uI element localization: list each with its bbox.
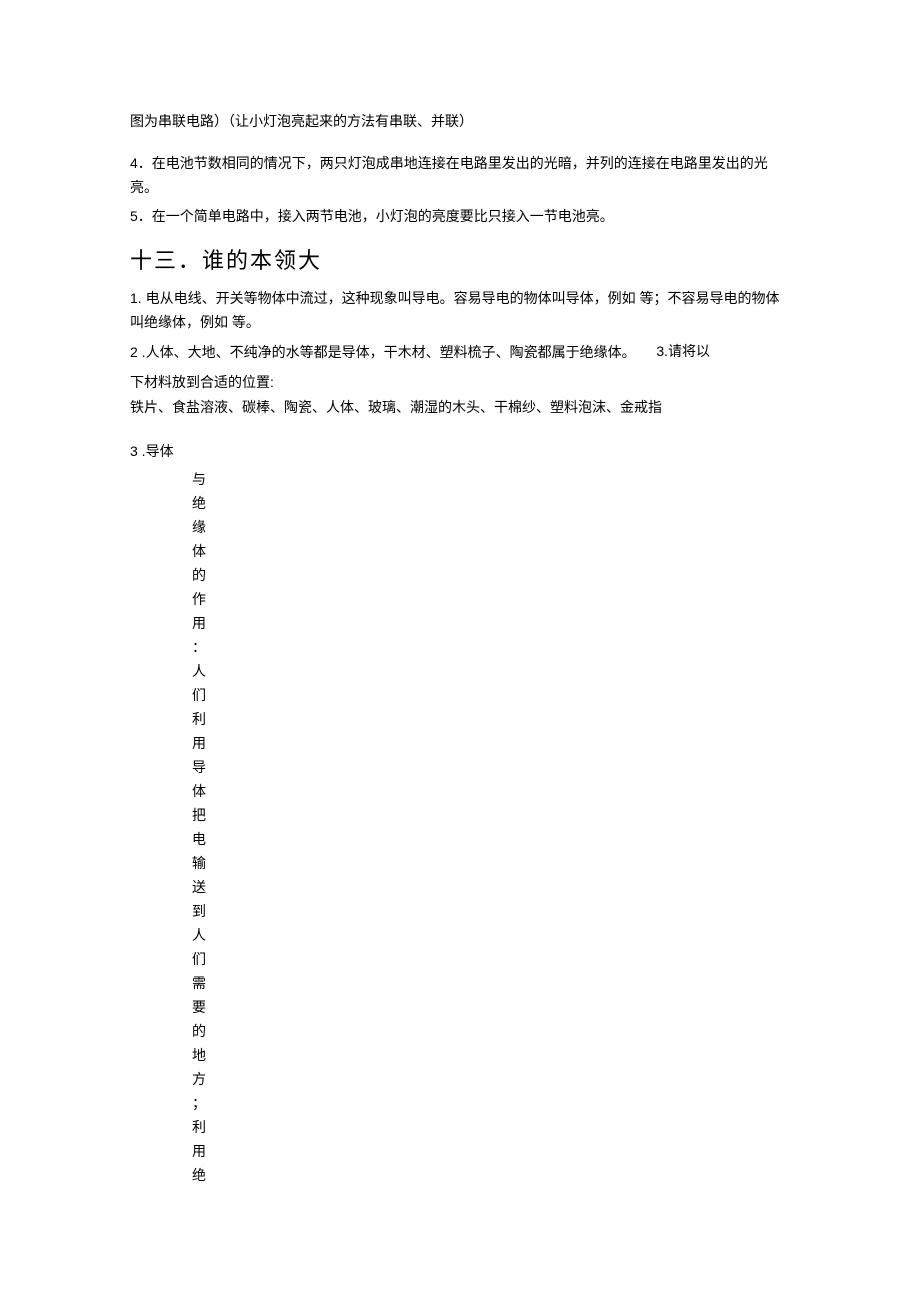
vertical-char: 人 [192, 660, 790, 684]
vertical-char: 输 [192, 852, 790, 876]
vertical-char: 方 [192, 1068, 790, 1092]
vertical-char: 导 [192, 756, 790, 780]
s13-item-1: 1. 电从电线、开关等物体中流过，这种现象叫导电。容易导电的物体叫导体，例如 等… [130, 287, 790, 335]
section-13-heading: 十三．谁的本领大 [130, 243, 790, 275]
s13-item-3-right-fragment: 3.请将以 [656, 341, 710, 361]
vertical-char: 的 [192, 1020, 790, 1044]
vertical-char: 绝 [192, 492, 790, 516]
vertical-char: 绝 [192, 1164, 790, 1188]
vertical-char: 地 [192, 1044, 790, 1068]
vertical-char: 们 [192, 948, 790, 972]
item-5: 5．在一个简单电路中，接入两节电池，小灯泡的亮度要比只接入一节电池亮。 [130, 205, 790, 229]
s13-item-2: 2 .人体、大地、不纯净的水等都是导体，干木材、塑料梳子、陶瓷都属于绝缘体。 [130, 341, 636, 365]
s13-vertical-paragraph: 3 .导体 与绝缘体的作用：人们利用导体把电输送到人们需要的地方；利用绝 [130, 440, 790, 1188]
vertical-char: 体 [192, 780, 790, 804]
vertical-char: 体 [192, 540, 790, 564]
s13-vertical-chars: 与绝缘体的作用：人们利用导体把电输送到人们需要的地方；利用绝 [130, 468, 790, 1188]
s13-item-3-continuation: 下材料放到合适的位置: [130, 371, 790, 395]
s13-materials-list: 铁片、食盐溶液、碳棒、陶瓷、人体、玻璃、潮湿的木头、干棉纱、塑料泡沫、金戒指 [130, 396, 790, 420]
vertical-char: 用 [192, 612, 790, 636]
vertical-char: 利 [192, 1116, 790, 1140]
vertical-char: 利 [192, 708, 790, 732]
vertical-char: ； [192, 1092, 790, 1116]
vertical-char: 的 [192, 564, 790, 588]
vertical-char: 与 [192, 468, 790, 492]
s13-vertical-lead: 3 .导体 [130, 440, 790, 464]
top-note-line: 图为串联电路）（让小灯泡亮起来的方法有串联、并联） [130, 110, 790, 134]
document-page: 图为串联电路）（让小灯泡亮起来的方法有串联、并联） 4．在电池节数相同的情况下，… [0, 0, 920, 1303]
vertical-char: 电 [192, 828, 790, 852]
vertical-char: 把 [192, 804, 790, 828]
vertical-char: 送 [192, 876, 790, 900]
vertical-char: 作 [192, 588, 790, 612]
vertical-char: 到 [192, 900, 790, 924]
vertical-char: 要 [192, 996, 790, 1020]
vertical-char: ： [192, 636, 790, 660]
vertical-char: 需 [192, 972, 790, 996]
vertical-char: 用 [192, 1140, 790, 1164]
vertical-char: 缘 [192, 516, 790, 540]
item-4: 4．在电池节数相同的情况下，两只灯泡成串地连接在电路里发出的光暗，并列的连接在电… [130, 152, 790, 200]
vertical-char: 人 [192, 924, 790, 948]
vertical-char: 用 [192, 732, 790, 756]
vertical-char: 们 [192, 684, 790, 708]
